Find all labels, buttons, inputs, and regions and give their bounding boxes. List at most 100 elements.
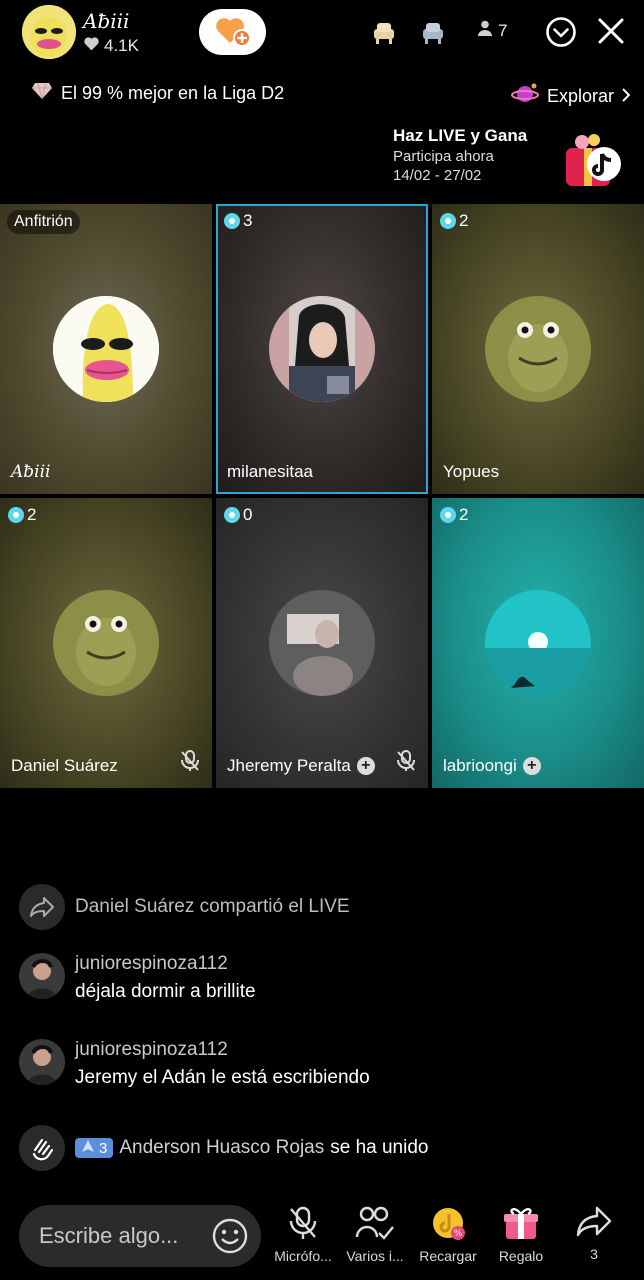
host-likes: 4.1K	[83, 36, 139, 56]
avatar	[485, 296, 591, 402]
league-rank[interactable]: El 99 % mejor en la Liga D2	[31, 82, 284, 105]
promo-subtitle: Participa ahora	[393, 148, 494, 165]
gem-count: 2	[459, 505, 469, 524]
minimize-check-icon[interactable]	[545, 16, 577, 53]
likes-count: 4.1K	[104, 36, 139, 55]
host-avatar[interactable]	[22, 5, 76, 59]
gem-icon	[440, 213, 456, 229]
promo-title: Haz LIVE y Gana	[393, 126, 528, 145]
planet-icon	[510, 82, 539, 111]
coin-icon: %	[430, 1208, 466, 1244]
comment-input[interactable]: Escribe algo...	[19, 1205, 261, 1267]
host-tag: Anfitrión	[7, 210, 80, 234]
share-arrow-icon	[575, 1206, 613, 1242]
chat-text: Jeremy el Adán le está escribiendo	[75, 1067, 370, 1088]
gem-icon	[224, 507, 240, 523]
people-check-icon	[355, 1206, 395, 1244]
chat-message: juniorespinoza112 Jeremy el Adán le está…	[19, 1039, 370, 1089]
tile-name: labrioongi +	[443, 756, 541, 776]
gift-label: Regalo	[498, 1248, 544, 1264]
explore-label: Explorar	[546, 86, 614, 106]
mic-muted-icon	[396, 750, 416, 777]
tile-name: Daniel Suárez	[11, 756, 118, 775]
gem-count: 0	[243, 505, 253, 524]
user-avatar[interactable]	[19, 1039, 65, 1085]
gift-icon	[502, 1208, 540, 1244]
follow-plus-icon[interactable]: +	[356, 757, 375, 775]
tile-name-text: labrioongi	[443, 756, 517, 775]
follow-button[interactable]	[199, 9, 266, 55]
tile-name: Jheremy Peralta +	[227, 756, 375, 776]
svg-text:%: %	[454, 1229, 463, 1239]
tile-name-text: Jheremy Peralta	[227, 756, 351, 775]
viewer-count[interactable]: 7	[478, 20, 507, 41]
mic-muted-icon	[180, 750, 200, 777]
close-icon[interactable]	[596, 16, 626, 51]
avatar	[485, 590, 591, 696]
gem-icon	[8, 507, 24, 523]
avatar	[269, 296, 375, 402]
follow-plus-icon[interactable]: +	[522, 757, 541, 775]
guest-tile[interactable]: 0 Jheremy Peralta +	[216, 498, 428, 788]
tiktok-gift-icon[interactable]	[560, 128, 624, 190]
heart-plus-icon	[214, 13, 252, 52]
diamond-icon	[31, 82, 53, 105]
share-user[interactable]: Daniel Suárez	[75, 896, 194, 917]
tile-name: milanesitaa	[227, 462, 313, 481]
avatar	[53, 590, 159, 696]
guest-tile[interactable]: 3 milanesitaa	[216, 204, 428, 494]
gem-badge: 3	[224, 211, 252, 231]
chevron-right-icon	[622, 86, 631, 107]
gem-count: 2	[459, 211, 469, 230]
multi-guest-button[interactable]: Varios i...	[340, 1205, 410, 1264]
promo-dates: 14/02 - 27/02	[393, 167, 482, 184]
tile-name: Yopues	[443, 462, 500, 481]
gem-badge: 2	[440, 211, 468, 231]
comment-placeholder: Escribe algo...	[39, 1223, 179, 1248]
chat-username[interactable]: juniorespinoza112	[75, 1039, 370, 1061]
gem-icon	[440, 507, 456, 523]
gem-icon	[224, 213, 240, 229]
guest-tile[interactable]: 2 Daniel Suárez	[0, 498, 212, 788]
level-badge: 3	[75, 1138, 114, 1158]
join-notice: 3 Anderson Huasco Rojas se ha unido	[19, 1125, 428, 1171]
chat-username[interactable]: juniorespinoza112	[75, 953, 256, 975]
share-count: 3	[590, 1246, 598, 1262]
level-icon	[81, 1139, 95, 1157]
avatar	[269, 590, 375, 696]
seat-icon[interactable]	[371, 21, 397, 50]
gem-count: 3	[243, 211, 253, 230]
multi-guest-label: Varios i...	[346, 1248, 404, 1264]
user-avatar[interactable]	[19, 953, 65, 999]
share-text: compartió el LIVE	[199, 896, 350, 917]
guest-tile[interactable]: 2 labrioongi +	[432, 498, 644, 788]
seat-icon[interactable]	[420, 21, 446, 50]
join-user[interactable]: Anderson Huasco Rojas	[119, 1137, 324, 1159]
chat-message: juniorespinoza112 déjala dormir a brilli…	[19, 953, 256, 1003]
chat-text: déjala dormir a brillite	[75, 981, 256, 1002]
guest-tile[interactable]: 2 Yopues	[432, 204, 644, 494]
share-icon	[19, 884, 65, 930]
level-value: 3	[99, 1139, 108, 1157]
gift-button[interactable]: Regalo	[486, 1205, 556, 1264]
recharge-button[interactable]: % Recargar	[413, 1205, 483, 1264]
share-button[interactable]: 3	[559, 1205, 629, 1262]
host-name[interactable]: Aƀiii	[83, 9, 129, 33]
gem-badge: 2	[440, 505, 468, 525]
tile-name: Aƀiii	[11, 462, 51, 482]
gem-badge: 0	[224, 505, 252, 525]
avatar	[53, 296, 159, 402]
promo-banner[interactable]: Haz LIVE y Gana Participa ahora 14/02 - …	[393, 126, 543, 184]
microphone-button[interactable]: Micrófo...	[268, 1205, 338, 1264]
recharge-label: Recargar	[419, 1248, 477, 1264]
guest-tile-host[interactable]: Anfitrión Aƀiii	[0, 204, 212, 494]
emoji-icon[interactable]	[211, 1217, 249, 1260]
join-text: se ha unido	[330, 1137, 429, 1158]
viewer-count-value: 7	[498, 20, 508, 40]
mic-muted-icon	[287, 1206, 319, 1244]
person-icon	[478, 20, 492, 41]
mic-label: Micrófo...	[274, 1248, 332, 1264]
league-text: El 99 % mejor en la Liga D2	[61, 83, 285, 103]
explore-link[interactable]: Explorar	[510, 82, 631, 111]
share-notice: Daniel Suárez compartió el LIVE	[19, 884, 350, 930]
